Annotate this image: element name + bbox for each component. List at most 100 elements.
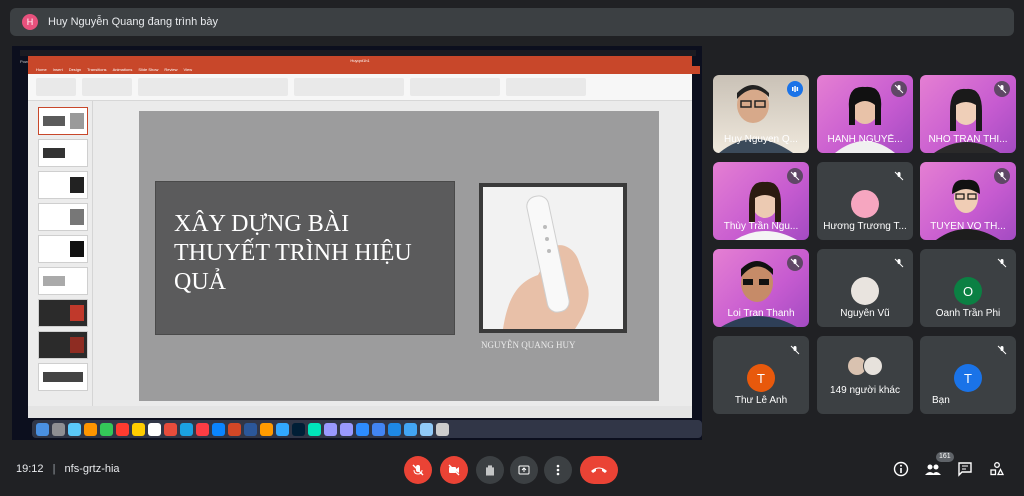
ribbon-group	[506, 78, 586, 96]
ribbon-group	[410, 78, 500, 96]
zalo-icon	[180, 422, 193, 436]
slide-thumbnail	[38, 363, 88, 391]
people-icon	[925, 464, 941, 475]
slide-thumbnails	[28, 101, 93, 406]
mic-off-icon	[787, 342, 803, 358]
camera-toggle-button[interactable]	[440, 456, 468, 484]
lightroom-icon	[276, 422, 289, 436]
participant-tile[interactable]: O Oanh Trần Phi	[920, 249, 1016, 327]
participant-tile[interactable]: Thùy Trần Ngu...	[713, 162, 809, 240]
word-icon	[244, 422, 257, 436]
participant-name: Hương Trương T...	[823, 221, 907, 232]
mic-off-icon	[891, 81, 907, 97]
slide-presenter-name: NGUYỄN QUANG HUY	[481, 340, 576, 350]
participant-tile[interactable]: HANH NGUYỄ...	[817, 75, 913, 153]
mic-off-icon	[891, 168, 907, 184]
slide-thumbnail	[38, 299, 88, 327]
mic-off-icon	[994, 81, 1010, 97]
participant-tile[interactable]: Hương Trương T...	[817, 162, 913, 240]
more-options-button[interactable]	[544, 456, 572, 484]
ribbon-tab: Design	[68, 67, 82, 72]
activities-icon	[990, 462, 1005, 476]
participant-name: HANH NGUYỄ...	[827, 134, 903, 145]
info-icon	[893, 461, 909, 477]
ribbon-tab: Animations	[112, 67, 133, 72]
ribbon-tab: Home	[36, 67, 47, 72]
participant-avatar	[851, 277, 879, 305]
folder-icon	[404, 422, 417, 436]
slide-thumbnail	[38, 171, 88, 199]
activities-button[interactable]	[988, 460, 1006, 478]
participant-name: Loi Tran Thanh	[727, 308, 795, 319]
phone-hangup-icon	[591, 467, 607, 473]
ribbon-tab: Insert	[52, 67, 63, 72]
macos-dock	[32, 420, 702, 438]
safari-icon	[68, 422, 81, 436]
ribbon-group	[36, 78, 76, 96]
trash-icon	[436, 422, 449, 436]
ribbon-tab: View	[183, 67, 193, 72]
ribbon-group	[82, 78, 132, 96]
chat-button[interactable]	[956, 460, 974, 478]
slide-thumbnail	[38, 203, 88, 231]
powerpoint-window: Huyqnt1h1 Home Insert Design Transitions…	[28, 56, 700, 418]
animate-icon	[324, 422, 337, 436]
mic-toggle-button[interactable]	[404, 456, 432, 484]
raise-hand-button[interactable]	[476, 456, 504, 484]
remote-photo	[483, 187, 623, 329]
others-tile[interactable]: 149 người khác	[817, 336, 913, 414]
notes-icon	[132, 422, 145, 436]
ribbon-tab: Review	[164, 67, 178, 72]
avatar	[863, 356, 883, 376]
audition-icon	[308, 422, 321, 436]
mic-off-icon	[994, 168, 1010, 184]
participant-avatar-letter: T	[954, 364, 982, 392]
present-button[interactable]	[510, 456, 538, 484]
participant-name: Thư Lê Anh	[734, 395, 788, 406]
participants-button[interactable]	[924, 460, 942, 478]
ribbon-toolbar	[28, 74, 692, 101]
chrome-icon	[164, 422, 177, 436]
meeting-info-button[interactable]	[892, 460, 910, 478]
meeting-code: nfs-grtz-hia	[64, 463, 120, 475]
participant-count-badge: 161	[936, 452, 954, 462]
photos-icon	[84, 422, 97, 436]
mic-off-icon	[787, 255, 803, 271]
meeting-time: 19:12	[16, 463, 44, 475]
participant-tile[interactable]: Huy Nguyen Q...	[713, 75, 809, 153]
participant-tile[interactable]: Loi Tran Thanh	[713, 249, 809, 327]
participant-avatar-letter: O	[954, 277, 982, 305]
participant-tile[interactable]: T Thư Lê Anh	[713, 336, 809, 414]
participant-tile[interactable]: Nguyên Vũ	[817, 249, 913, 327]
separator: |	[52, 463, 56, 475]
participant-name: Thùy Trần Ngu...	[723, 221, 799, 232]
mic-off-icon	[787, 168, 803, 184]
participant-avatar	[851, 190, 879, 218]
leave-call-button[interactable]	[580, 456, 618, 484]
ribbon-group	[138, 78, 288, 96]
participant-tile[interactable]: TUYEN VO TH...	[920, 162, 1016, 240]
present-icon	[518, 465, 530, 475]
messages-icon	[100, 422, 113, 436]
participant-name: Nguyên Vũ	[840, 308, 890, 319]
powerpoint-icon	[228, 422, 241, 436]
hand-icon	[486, 465, 494, 476]
participant-tile[interactable]: NHO TRAN THI...	[920, 75, 1016, 153]
finder-icon	[36, 422, 49, 436]
meeting-controls-bar: 19:12 | nfs-grtz-hia 161	[0, 450, 1024, 490]
ribbon-group	[294, 78, 404, 96]
more-vert-icon	[556, 464, 560, 476]
self-tile[interactable]: T Bạn	[920, 336, 1016, 414]
mic-off-icon	[891, 255, 907, 271]
folder-icon	[420, 422, 433, 436]
slide-title-box: XÂY DỰNG BÀI THUYẾT TRÌNH HIỆU QUẢ	[155, 181, 455, 335]
presenter-avatar: H	[22, 14, 38, 30]
mic-off-icon	[994, 342, 1010, 358]
slide-thumbnail	[38, 331, 88, 359]
others-count: 149 người khác	[830, 385, 900, 396]
slide-canvas: XÂY DỰNG BÀI THUYẾT TRÌNH HIỆU QUẢ NGUYỄ…	[93, 101, 692, 406]
slide-thumbnail	[38, 235, 88, 263]
status-bar	[28, 406, 692, 418]
music-icon	[196, 422, 209, 436]
participant-avatar-letter: T	[747, 364, 775, 392]
